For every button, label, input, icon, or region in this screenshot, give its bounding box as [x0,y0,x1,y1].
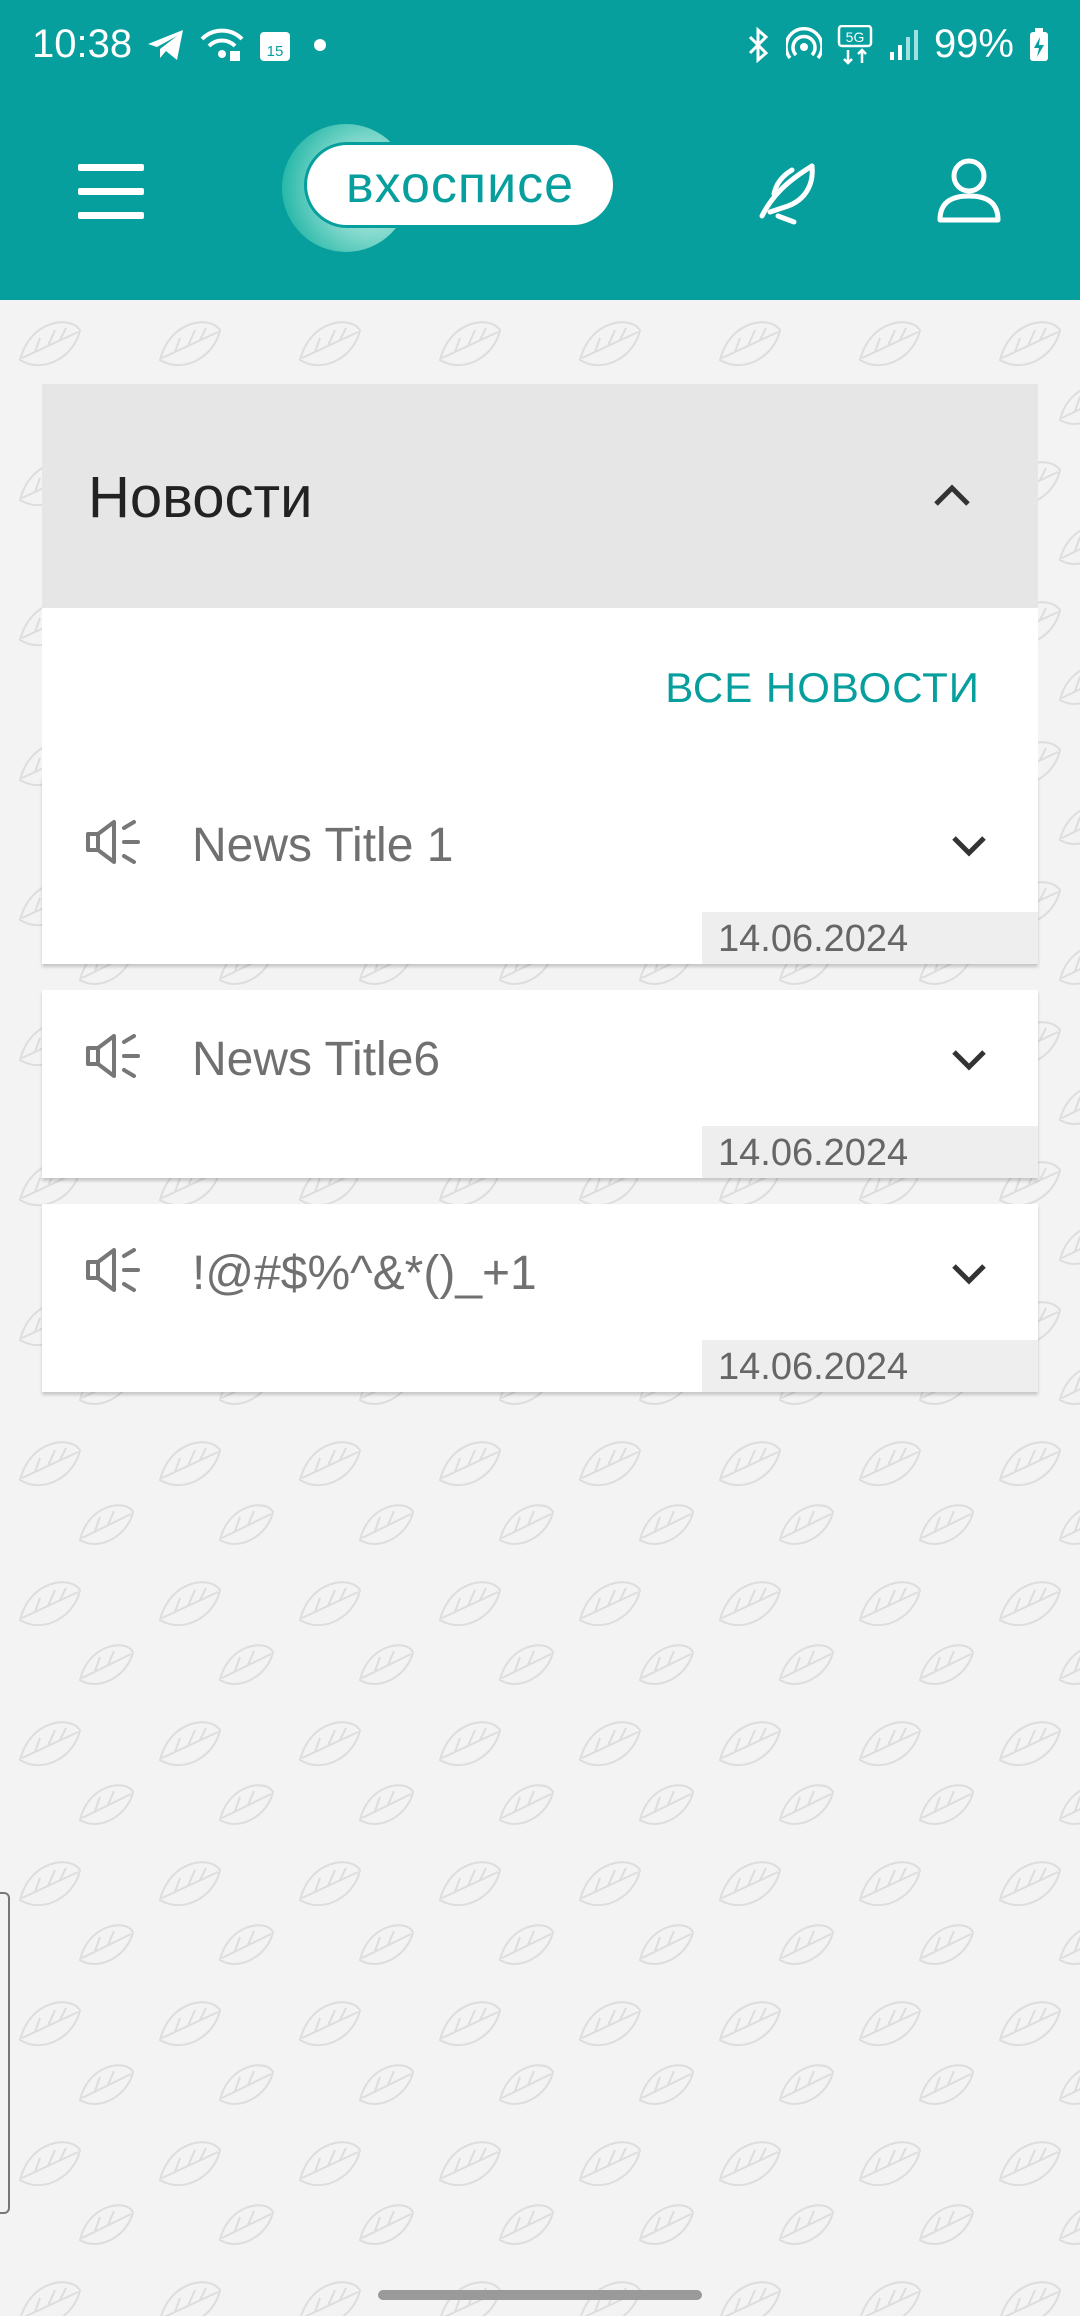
battery-percent: 99% [933,22,1014,66]
chevron-down-icon[interactable] [950,1048,988,1072]
news-item-date: 14.06.2024 [702,912,1038,964]
battery-charging-icon [1028,27,1050,63]
chevron-down-icon[interactable] [950,1262,988,1286]
calendar-icon: 15 [258,27,292,63]
hotspot-icon [785,26,822,63]
news-item-date: 14.06.2024 [702,1340,1038,1392]
signal-icon [888,28,920,62]
status-bar: 10:38 15 5G 99% [0,0,1080,96]
quill-icon [759,163,815,225]
news-item-title: !@#$%^&*()_+1 [192,1247,537,1300]
menu-button[interactable] [78,164,144,224]
chevron-down-icon[interactable] [950,834,988,858]
app-logo[interactable]: вхосписе [282,124,622,252]
news-item[interactable]: News Title 1 14.06.2024 [42,776,1038,964]
svg-text:15: 15 [267,43,284,60]
news-panel-body: ВСЕ НОВОСТИ [42,608,1038,776]
news-panel: Новости ВСЕ НОВОСТИ [42,384,1038,776]
bluetooth-icon [744,26,772,63]
news-item-title: News Title 1 [192,819,454,872]
home-indicator[interactable] [378,2290,702,2300]
news-item[interactable]: !@#$%^&*()_+1 14.06.2024 [42,1204,1038,1392]
megaphone-icon [86,1248,140,1292]
menu-icon [78,164,144,219]
notification-dot [314,38,327,51]
news-item-title: News Title6 [192,1033,441,1086]
status-time: 10:38 [32,22,133,66]
svg-text:5G: 5G [846,29,865,45]
telegram-icon [146,27,186,63]
news-item-date: 14.06.2024 [702,1126,1038,1178]
news-item[interactable]: News Title6 14.06.2024 [42,990,1038,1178]
app-bar: вхосписе [0,96,1080,300]
quill-button[interactable] [752,156,824,228]
chevron-up-icon[interactable] [932,480,972,508]
edge-panel-handle[interactable] [0,1892,10,2214]
5g-icon: 5G [836,24,874,65]
profile-button[interactable] [936,156,1002,228]
profile-icon [937,158,1001,223]
all-news-link[interactable]: ВСЕ НОВОСТИ [665,664,980,712]
logo-text: вхосписе [304,142,616,228]
megaphone-icon [86,1034,140,1078]
news-section-title: Новости [88,465,313,530]
megaphone-icon [86,820,140,864]
wifi-calling-icon [200,27,244,63]
news-panel-header[interactable]: Новости [42,384,1038,608]
